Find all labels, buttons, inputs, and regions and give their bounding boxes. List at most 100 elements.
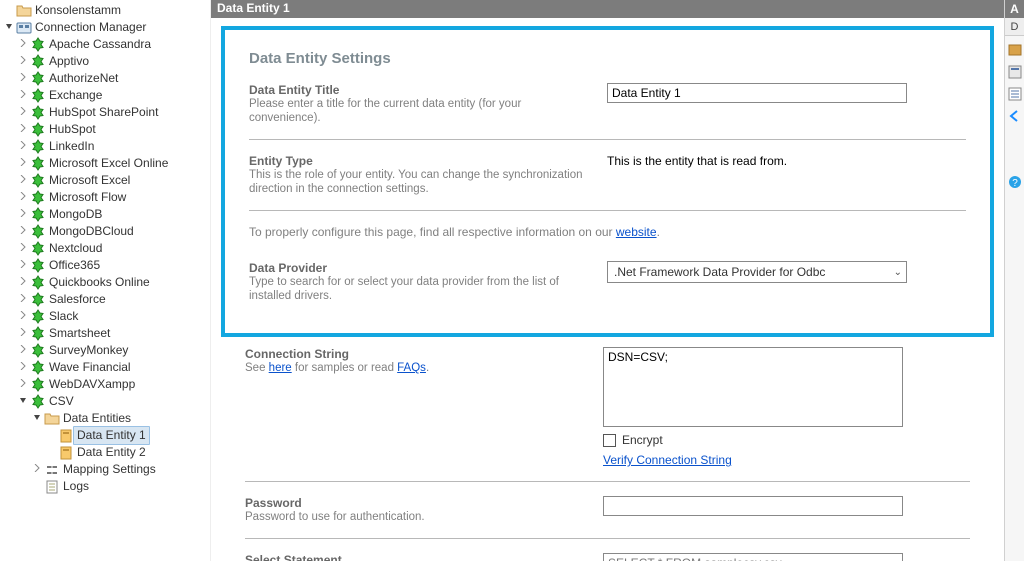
connector-icon [30, 241, 46, 257]
select-statement-input[interactable] [603, 553, 903, 561]
encrypt-label: Encrypt [622, 433, 663, 447]
tree-expander-icon[interactable] [16, 87, 30, 104]
tree-connector[interactable]: AuthorizeNet [2, 70, 210, 87]
tree-connector-csv[interactable]: CSV [2, 393, 210, 410]
conn-string-label: Connection String [245, 347, 583, 361]
connector-icon [30, 54, 46, 70]
tree-expander-icon[interactable] [16, 155, 30, 172]
title-label: Data Entity Title [249, 83, 587, 97]
back-arrow-icon[interactable] [1007, 108, 1023, 124]
tree-connector[interactable]: Exchange [2, 87, 210, 104]
tree-expander-icon[interactable] [16, 359, 30, 376]
tree-expander-icon[interactable] [16, 393, 30, 410]
tree-expander-icon[interactable] [30, 461, 44, 478]
conn-faqs-link[interactable]: FAQs [397, 362, 426, 374]
setting-entity-type: Entity Type This is the role of your ent… [249, 154, 966, 211]
tree-expander-icon[interactable] [16, 342, 30, 359]
tree-expander-icon[interactable] [16, 104, 30, 121]
encrypt-checkbox[interactable]: Encrypt [603, 433, 970, 447]
tree-connector[interactable]: WebDAVXampp [2, 376, 210, 393]
tree-connector[interactable]: MongoDBCloud [2, 223, 210, 240]
actions-sidebar: A D ? [1004, 0, 1024, 561]
navigation-tree[interactable]: >KonsolenstammConnection ManagerApache C… [0, 0, 211, 561]
tree-expander-icon[interactable] [16, 53, 30, 70]
tree-entity-1[interactable]: >Data Entity 1 [2, 427, 210, 444]
verify-connection-link[interactable]: Verify Connection String [603, 453, 732, 467]
tree-logs[interactable]: >Logs [2, 478, 210, 495]
tree-expander-icon[interactable] [16, 206, 30, 223]
connector-icon [30, 326, 46, 342]
tree-connection-manager[interactable]: Connection Manager [2, 19, 210, 36]
tree-expander-icon[interactable] [16, 257, 30, 274]
tree-expander-icon[interactable] [16, 291, 30, 308]
tree-connector[interactable]: Apptivo [2, 53, 210, 70]
tree-connector[interactable]: MongoDB [2, 206, 210, 223]
tree-connector[interactable]: Quickbooks Online [2, 274, 210, 291]
tree-connector[interactable]: HubSpot SharePoint [2, 104, 210, 121]
help-icon[interactable]: ? [1007, 174, 1023, 190]
tree-data-entities[interactable]: Data Entities [2, 410, 210, 427]
tree-connector[interactable]: HubSpot [2, 121, 210, 138]
tree-expander-icon[interactable] [16, 36, 30, 53]
setting-select-statement: Select Statement [245, 553, 970, 561]
connector-icon [30, 224, 46, 240]
tree-connector[interactable]: Microsoft Excel Online [2, 155, 210, 172]
connection-string-input[interactable] [603, 347, 903, 427]
tree-item-label: Microsoft Excel [49, 172, 130, 189]
tree-expander-icon[interactable] [16, 70, 30, 87]
data-entity-title-input[interactable] [607, 83, 907, 103]
setting-password: Password Password to use for authenticat… [245, 496, 970, 539]
tree-expander-icon[interactable] [16, 189, 30, 206]
password-input[interactable] [603, 496, 903, 516]
tree-item-label: HubSpot [49, 121, 96, 138]
tree-connector[interactable]: Smartsheet [2, 325, 210, 342]
tree-expander-icon[interactable] [16, 274, 30, 291]
tree-item-label: Data Entity 2 [77, 444, 146, 461]
tree-expander-icon[interactable] [16, 325, 30, 342]
tree-mapping-settings[interactable]: Mapping Settings [2, 461, 210, 478]
tree-connector[interactable]: Apache Cassandra [2, 36, 210, 53]
connector-icon [30, 292, 46, 308]
tree-connector[interactable]: Slack [2, 308, 210, 325]
tree-item-label: Slack [49, 308, 78, 325]
tree-connector[interactable]: Salesforce [2, 291, 210, 308]
tree-connector[interactable]: Microsoft Excel [2, 172, 210, 189]
entity-icon [58, 428, 74, 444]
tree-item-label: MongoDB [49, 206, 102, 223]
tree-connector[interactable]: SurveyMonkey [2, 342, 210, 359]
highlighted-settings-group: Data Entity Settings Data Entity Title P… [221, 26, 994, 337]
action-icon-1[interactable] [1007, 42, 1023, 58]
tree-item-label: SurveyMonkey [49, 342, 128, 359]
tree-expander-icon[interactable] [16, 138, 30, 155]
tree-expander-icon[interactable] [16, 223, 30, 240]
action-icon-3[interactable] [1007, 86, 1023, 102]
password-desc: Password to use for authentication. [245, 510, 583, 524]
tree-entity-2[interactable]: >Data Entity 2 [2, 444, 210, 461]
data-provider-combobox[interactable]: .Net Framework Data Provider for Odbc ⌄ [607, 261, 907, 283]
tree-expander-icon[interactable] [16, 376, 30, 393]
tree-expander-icon[interactable] [16, 308, 30, 325]
website-link[interactable]: website [616, 225, 657, 239]
tree-expander-icon[interactable] [16, 172, 30, 189]
connector-icon [30, 122, 46, 138]
actions-header: A [1005, 0, 1024, 18]
conn-here-link[interactable]: here [269, 362, 292, 374]
tree-root[interactable]: >Konsolenstamm [2, 2, 210, 19]
tree-connector[interactable]: Wave Financial [2, 359, 210, 376]
tree-item-label: Logs [63, 478, 89, 495]
content-title: Data Entity 1 [217, 1, 290, 15]
connector-icon [30, 71, 46, 87]
tree-connector[interactable]: Office365 [2, 257, 210, 274]
data-provider-desc: Type to search for or select your data p… [249, 275, 587, 303]
action-icon-2[interactable] [1007, 64, 1023, 80]
logs-icon [44, 479, 60, 495]
tree-expander-icon[interactable] [30, 410, 44, 427]
tree-connector[interactable]: LinkedIn [2, 138, 210, 155]
tree-expander-icon[interactable] [2, 19, 16, 36]
tree-expander-icon[interactable] [16, 121, 30, 138]
connector-icon [30, 139, 46, 155]
tree-connector[interactable]: Microsoft Flow [2, 189, 210, 206]
tree-expander-icon[interactable] [16, 240, 30, 257]
tree-item-label: Smartsheet [49, 325, 110, 342]
tree-connector[interactable]: Nextcloud [2, 240, 210, 257]
